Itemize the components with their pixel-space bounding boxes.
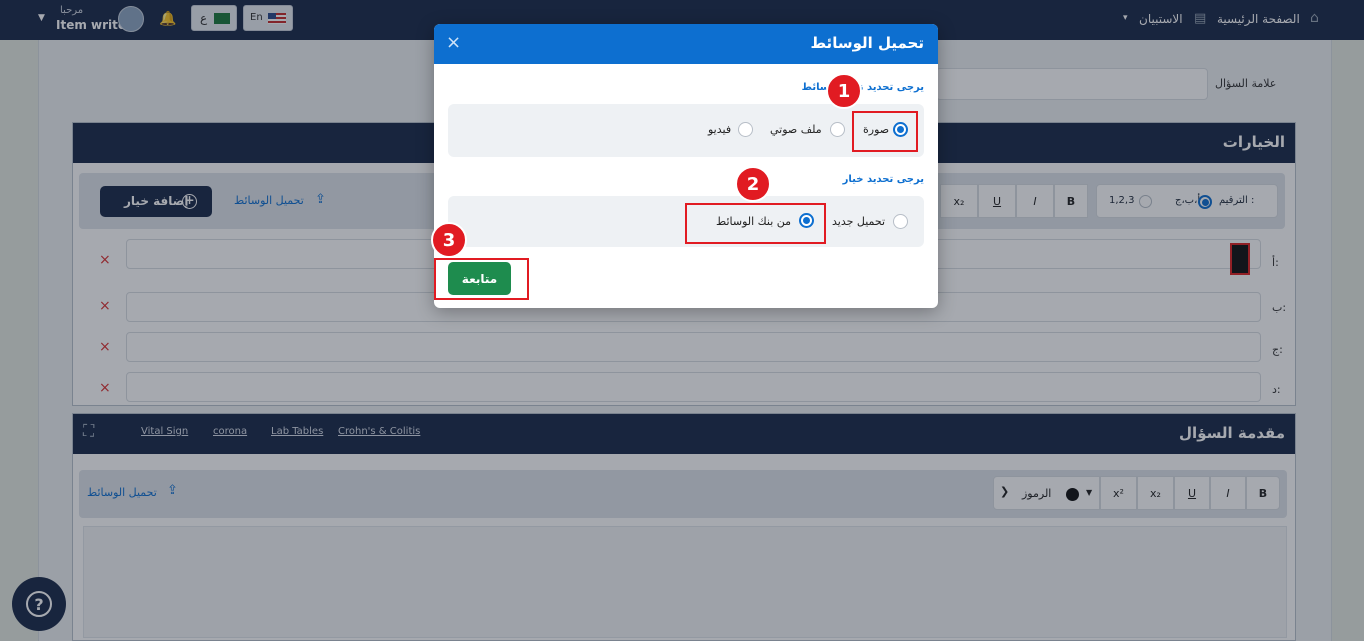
callout-badge-3: 3 — [431, 222, 467, 258]
video-radio[interactable] — [738, 122, 753, 137]
audio-option-label: ملف صوتي — [770, 123, 822, 136]
callout-badge-2: 2 — [735, 166, 771, 202]
new-upload-radio[interactable] — [893, 214, 908, 229]
media-type-prompt: يرجى تحديد نوع الوسائط — [801, 82, 924, 93]
highlight-box-3 — [434, 258, 529, 300]
close-icon[interactable]: × — [446, 32, 461, 53]
audio-radio[interactable] — [830, 122, 845, 137]
source-prompt: يرجى تحديد خيار — [842, 174, 924, 185]
callout-badge-1: 1 — [826, 73, 862, 109]
highlight-box-1 — [852, 111, 918, 152]
highlight-box-2 — [685, 203, 826, 244]
video-option-label: فيديو — [708, 123, 732, 136]
modal-title: تحميل الوسائط — [810, 34, 925, 52]
new-upload-label: تحميل جديد — [832, 215, 886, 228]
modal-header: تحميل الوسائط × — [434, 24, 938, 64]
